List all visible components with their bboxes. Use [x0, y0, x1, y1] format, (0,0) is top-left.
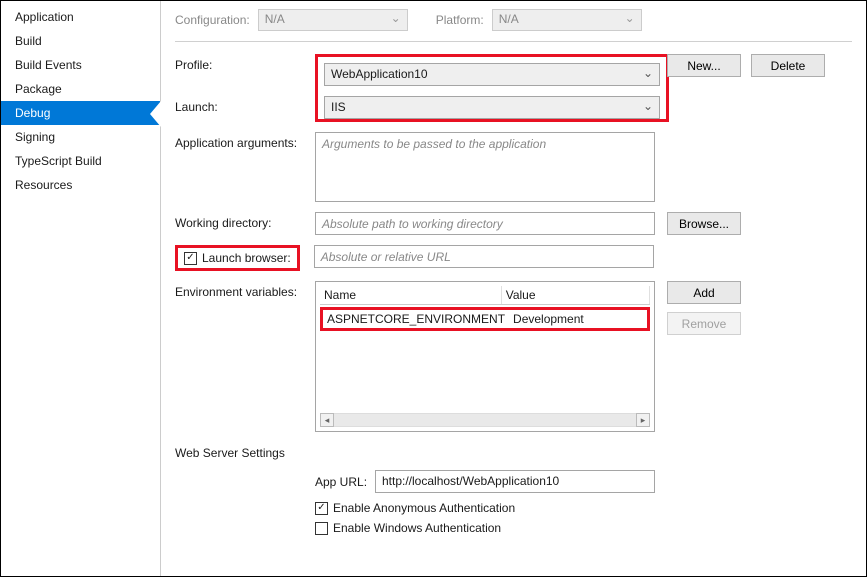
table-row[interactable]: ASPNETCORE_ENVIRONMENT Development [323, 310, 647, 328]
sidebar-item-debug[interactable]: Debug [1, 101, 160, 125]
app-url-input[interactable]: http://localhost/WebApplication10 [375, 470, 655, 493]
env-row-value: Development [509, 310, 647, 328]
new-profile-button[interactable]: New... [667, 54, 741, 77]
envvars-empty-area [320, 331, 650, 407]
sidebar-item-signing[interactable]: Signing [1, 125, 160, 149]
sidebar-item-build-events[interactable]: Build Events [1, 53, 160, 77]
scroll-right-icon[interactable]: ▸ [636, 413, 650, 427]
delete-profile-button[interactable]: Delete [751, 54, 825, 77]
workdir-label: Working directory: [175, 212, 315, 230]
launch-select[interactable]: IIS [324, 96, 660, 119]
divider [175, 41, 852, 42]
platform-select: N/A [492, 9, 642, 31]
browse-button[interactable]: Browse... [667, 212, 741, 235]
sidebar-item-package[interactable]: Package [1, 77, 160, 101]
profile-select[interactable]: WebApplication10 [324, 63, 660, 86]
sidebar-item-build[interactable]: Build [1, 29, 160, 53]
configuration-select: N/A [258, 9, 408, 31]
project-properties-dialog: Application Build Build Events Package D… [0, 0, 867, 577]
sidebar-item-resources[interactable]: Resources [1, 173, 160, 197]
env-header-name: Name [320, 286, 501, 305]
anon-auth-label: Enable Anonymous Authentication [333, 501, 515, 515]
env-header-value: Value [501, 286, 649, 305]
main-panel: Configuration: N/A Platform: N/A Profile… [161, 1, 866, 576]
launch-label: Launch: [175, 96, 315, 114]
launch-browser-label: Launch browser: [202, 251, 291, 265]
app-args-label: Application arguments: [175, 132, 315, 150]
platform-label: Platform: [436, 13, 484, 27]
add-env-button[interactable]: Add [667, 281, 741, 304]
configuration-label: Configuration: [175, 13, 250, 27]
envvars-table[interactable]: Name Value [320, 286, 650, 305]
launch-browser-checkbox[interactable] [184, 252, 197, 265]
config-row: Configuration: N/A Platform: N/A [175, 9, 852, 31]
webserver-settings-title: Web Server Settings [175, 446, 852, 460]
profile-label: Profile: [175, 54, 315, 72]
highlight-box-profile-launch: WebApplication10 IIS [315, 54, 669, 122]
app-url-label: App URL: [315, 475, 375, 489]
win-auth-label: Enable Windows Authentication [333, 521, 501, 535]
scroll-track[interactable] [334, 413, 636, 427]
remove-env-button: Remove [667, 312, 741, 335]
envvars-scrollbar[interactable]: ◂ ▸ [320, 413, 650, 427]
table-header-row: Name Value [320, 286, 650, 305]
highlight-launch-browser: Launch browser: [175, 245, 300, 271]
highlight-env-row: ASPNETCORE_ENVIRONMENT Development [320, 307, 650, 331]
sidebar-item-application[interactable]: Application [1, 5, 160, 29]
sidebar: Application Build Build Events Package D… [1, 1, 161, 576]
envvars-table-container: Name Value ASPNETCORE_ENVIRONMENT Develo… [315, 281, 655, 432]
app-args-textarea[interactable]: Arguments to be passed to the applicatio… [315, 132, 655, 202]
workdir-input[interactable]: Absolute path to working directory [315, 212, 655, 235]
scroll-left-icon[interactable]: ◂ [320, 413, 334, 427]
envvars-label: Environment variables: [175, 281, 315, 299]
anon-auth-checkbox[interactable] [315, 502, 328, 515]
sidebar-item-typescript-build[interactable]: TypeScript Build [1, 149, 160, 173]
win-auth-checkbox[interactable] [315, 522, 328, 535]
launch-browser-url-input[interactable]: Absolute or relative URL [314, 245, 654, 268]
env-row-name: ASPNETCORE_ENVIRONMENT [323, 310, 509, 328]
